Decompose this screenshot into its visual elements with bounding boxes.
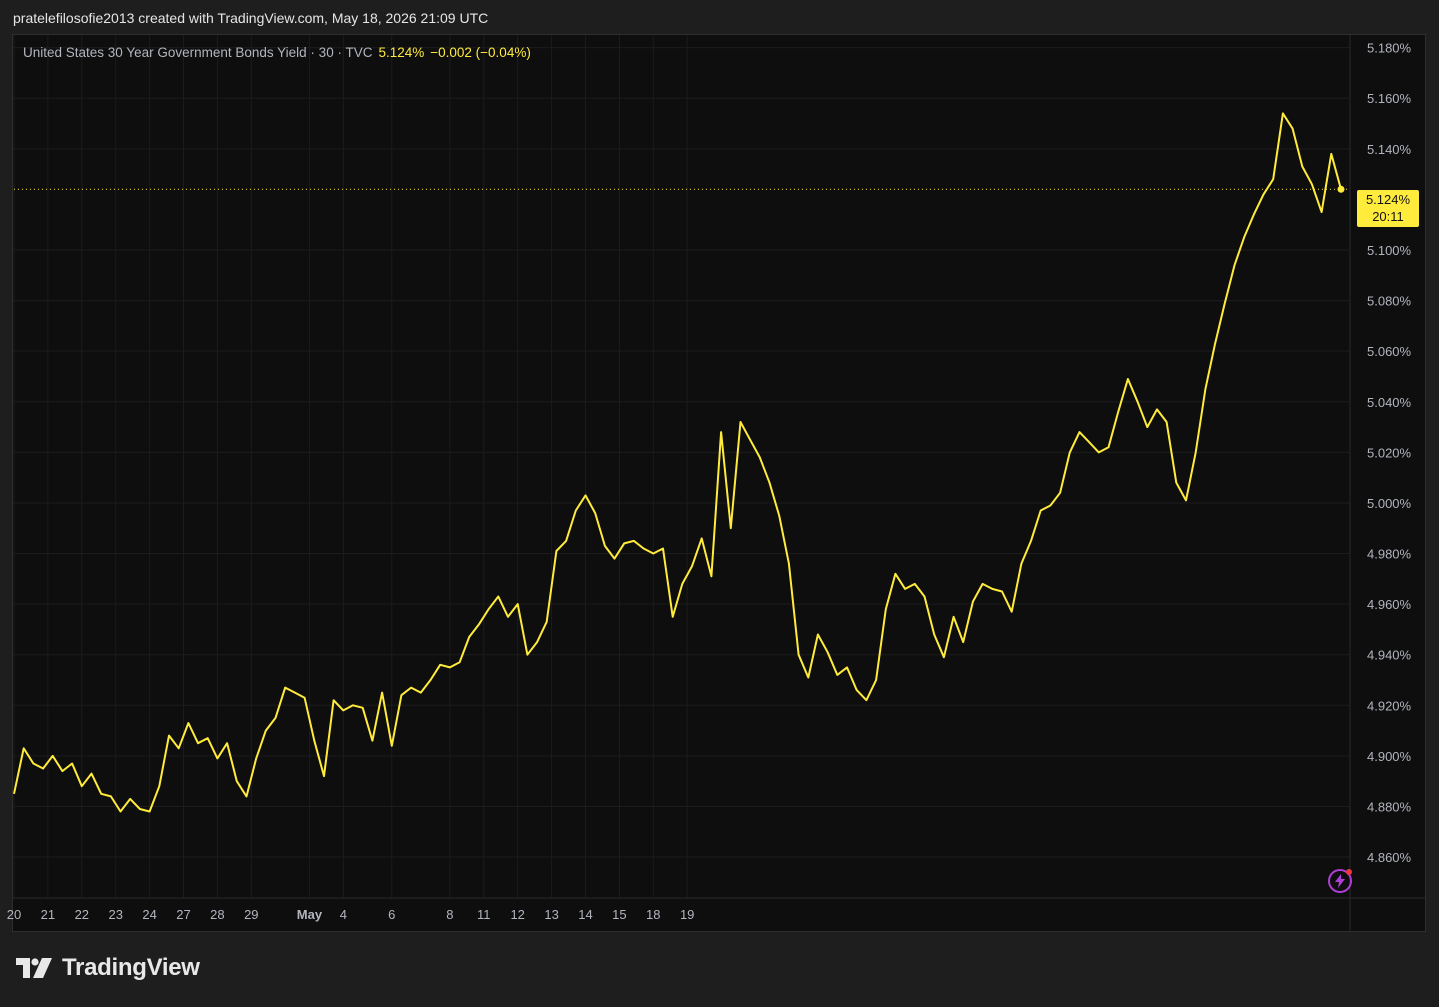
badge-price: 5.124% (1365, 192, 1411, 207)
logo-text: TradingView (62, 954, 200, 981)
x-tick-label: 11 (477, 907, 491, 922)
tradingview-logo-icon (16, 958, 52, 978)
last-price-point (1337, 185, 1345, 193)
grid-layer (13, 35, 1425, 931)
x-tick-label: 28 (210, 907, 224, 922)
y-tick-label: 5.040% (1367, 395, 1412, 410)
legend-symbol: United States 30 Year Government Bonds Y… (23, 45, 373, 60)
chart-plot[interactable]: 5.180% 5.160% 5.140% 5.100% 5.080% 5.060% 5.04… (0, 0, 1439, 1007)
x-tick-label: 29 (244, 907, 258, 922)
x-tick-label: 18 (646, 907, 660, 922)
lightning-icon[interactable] (1326, 867, 1354, 895)
x-tick-label: 13 (544, 907, 558, 922)
chart-legend: United States 30 Year Government Bonds Y… (23, 45, 531, 60)
x-tick-label: 4 (340, 907, 347, 922)
legend-change: −0.002 (−0.04%) (430, 45, 531, 60)
y-tick-label: 4.960% (1367, 597, 1412, 612)
legend-last-value: 5.124% (378, 45, 425, 60)
y-tick-label: 4.940% (1367, 648, 1412, 663)
x-tick-label: 27 (176, 907, 190, 922)
y-tick-label: 5.180% (1367, 41, 1412, 56)
x-tick-label: 12 (510, 907, 524, 922)
y-tick-label: 5.020% (1367, 445, 1412, 460)
y-tick-label: 5.160% (1367, 91, 1412, 106)
x-tick-label: 21 (41, 907, 55, 922)
series-line-yield (13, 112, 1342, 813)
y-tick-label: 5.100% (1367, 243, 1412, 258)
y-tick-label: 4.900% (1367, 749, 1412, 764)
x-tick-label: 22 (75, 907, 89, 922)
x-tick-label: May (297, 907, 323, 922)
x-tick-label: 14 (578, 907, 592, 922)
x-tick-label: 23 (108, 907, 122, 922)
y-tick-label: 4.880% (1367, 799, 1412, 814)
x-axis: 20 21 22 23 24 27 28 29 May 4 6 8 11 12 13 14 15 18 19 (7, 907, 695, 922)
badge-countdown: 20:11 (1372, 209, 1404, 224)
x-tick-label: 8 (446, 907, 453, 922)
y-axis: 5.180% 5.160% 5.140% 5.100% 5.080% 5.060% 5.04… (1367, 41, 1412, 865)
last-price-badge: 5.124% 20:11 (1357, 190, 1419, 227)
tradingview-logo[interactable]: TradingView (16, 954, 200, 982)
y-tick-label: 5.060% (1367, 344, 1412, 359)
y-tick-label: 4.980% (1367, 547, 1412, 562)
x-tick-label: 15 (612, 907, 626, 922)
x-tick-label: 6 (388, 907, 395, 922)
x-tick-label: 20 (7, 907, 21, 922)
x-tick-label: 24 (142, 907, 156, 922)
y-tick-label: 5.140% (1367, 142, 1412, 157)
y-tick-label: 4.860% (1367, 850, 1412, 865)
y-tick-label: 4.920% (1367, 698, 1412, 713)
y-tick-label: 5.000% (1367, 496, 1412, 511)
y-tick-label: 5.080% (1367, 294, 1412, 309)
x-tick-label: 19 (680, 907, 694, 922)
